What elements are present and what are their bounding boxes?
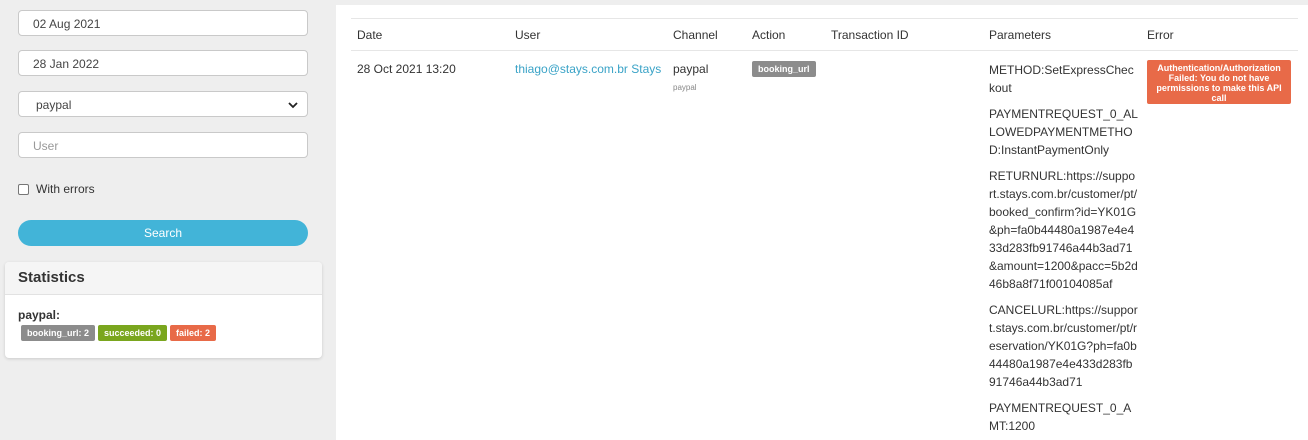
header-channel[interactable]: Channel xyxy=(673,28,718,42)
booking-url-count-badge: booking_url: 2 xyxy=(21,325,96,341)
row-channel-sub: paypal xyxy=(673,83,697,92)
param-method: METHOD:SetExpressCheckout xyxy=(989,63,1134,95)
row-action: booking_url xyxy=(752,61,816,77)
date-to-input[interactable]: 28 Jan 2022 xyxy=(18,50,308,76)
user-input[interactable]: User xyxy=(18,132,308,158)
date-from-input[interactable]: 02 Aug 2021 xyxy=(18,10,308,36)
channel-select-value: paypal xyxy=(36,98,72,112)
action-badge: booking_url xyxy=(752,61,816,77)
with-errors-row: With errors xyxy=(18,181,95,197)
header-action[interactable]: Action xyxy=(752,28,785,42)
param-return-url: RETURNURL:https://support.stays.com.br/c… xyxy=(989,169,1138,291)
chevron-down-icon xyxy=(288,102,298,109)
param-cancel-url: CANCELURL:https://support.stays.com.br/c… xyxy=(989,303,1138,389)
header-transaction-id[interactable]: Transaction ID xyxy=(831,28,909,42)
statistics-panel: Statistics paypal: booking_url: 2 succee… xyxy=(5,262,322,358)
row-parameters: METHOD:SetExpressCheckout PAYMENTREQUEST… xyxy=(989,61,1139,440)
row-date: 28 Oct 2021 13:20 xyxy=(357,62,456,76)
failed-count-badge: failed: 2 xyxy=(170,325,217,341)
row-error-badge: Authentication/Authorization Failed: You… xyxy=(1147,60,1291,104)
header-date[interactable]: Date xyxy=(357,28,382,42)
filter-panel: 02 Aug 2021 28 Jan 2022 paypal User With… xyxy=(0,0,328,440)
with-errors-label: With errors xyxy=(36,182,95,196)
header-user[interactable]: User xyxy=(515,28,540,42)
table-header: Date User Channel Action Transaction ID … xyxy=(351,18,1298,51)
statistics-title: Statistics xyxy=(5,262,322,295)
row-user-link[interactable]: thiago@stays.com.br Stays xyxy=(515,62,661,76)
results-panel: Date User Channel Action Transaction ID … xyxy=(336,5,1308,440)
header-error[interactable]: Error xyxy=(1147,28,1174,42)
search-button[interactable]: Search xyxy=(18,220,308,246)
with-errors-checkbox[interactable] xyxy=(18,183,29,195)
statistics-channel: paypal: xyxy=(18,308,61,322)
param-allowed-payment-method: PAYMENTREQUEST_0_ALLOWEDPAYMENTMETHOD:In… xyxy=(989,107,1138,157)
param-amount: PAYMENTREQUEST_0_AMT:1200 xyxy=(989,401,1132,433)
channel-select[interactable]: paypal xyxy=(18,91,308,117)
row-channel: paypal xyxy=(673,62,709,76)
header-parameters[interactable]: Parameters xyxy=(989,28,1051,42)
succeeded-count-badge: succeeded: 0 xyxy=(98,325,168,341)
